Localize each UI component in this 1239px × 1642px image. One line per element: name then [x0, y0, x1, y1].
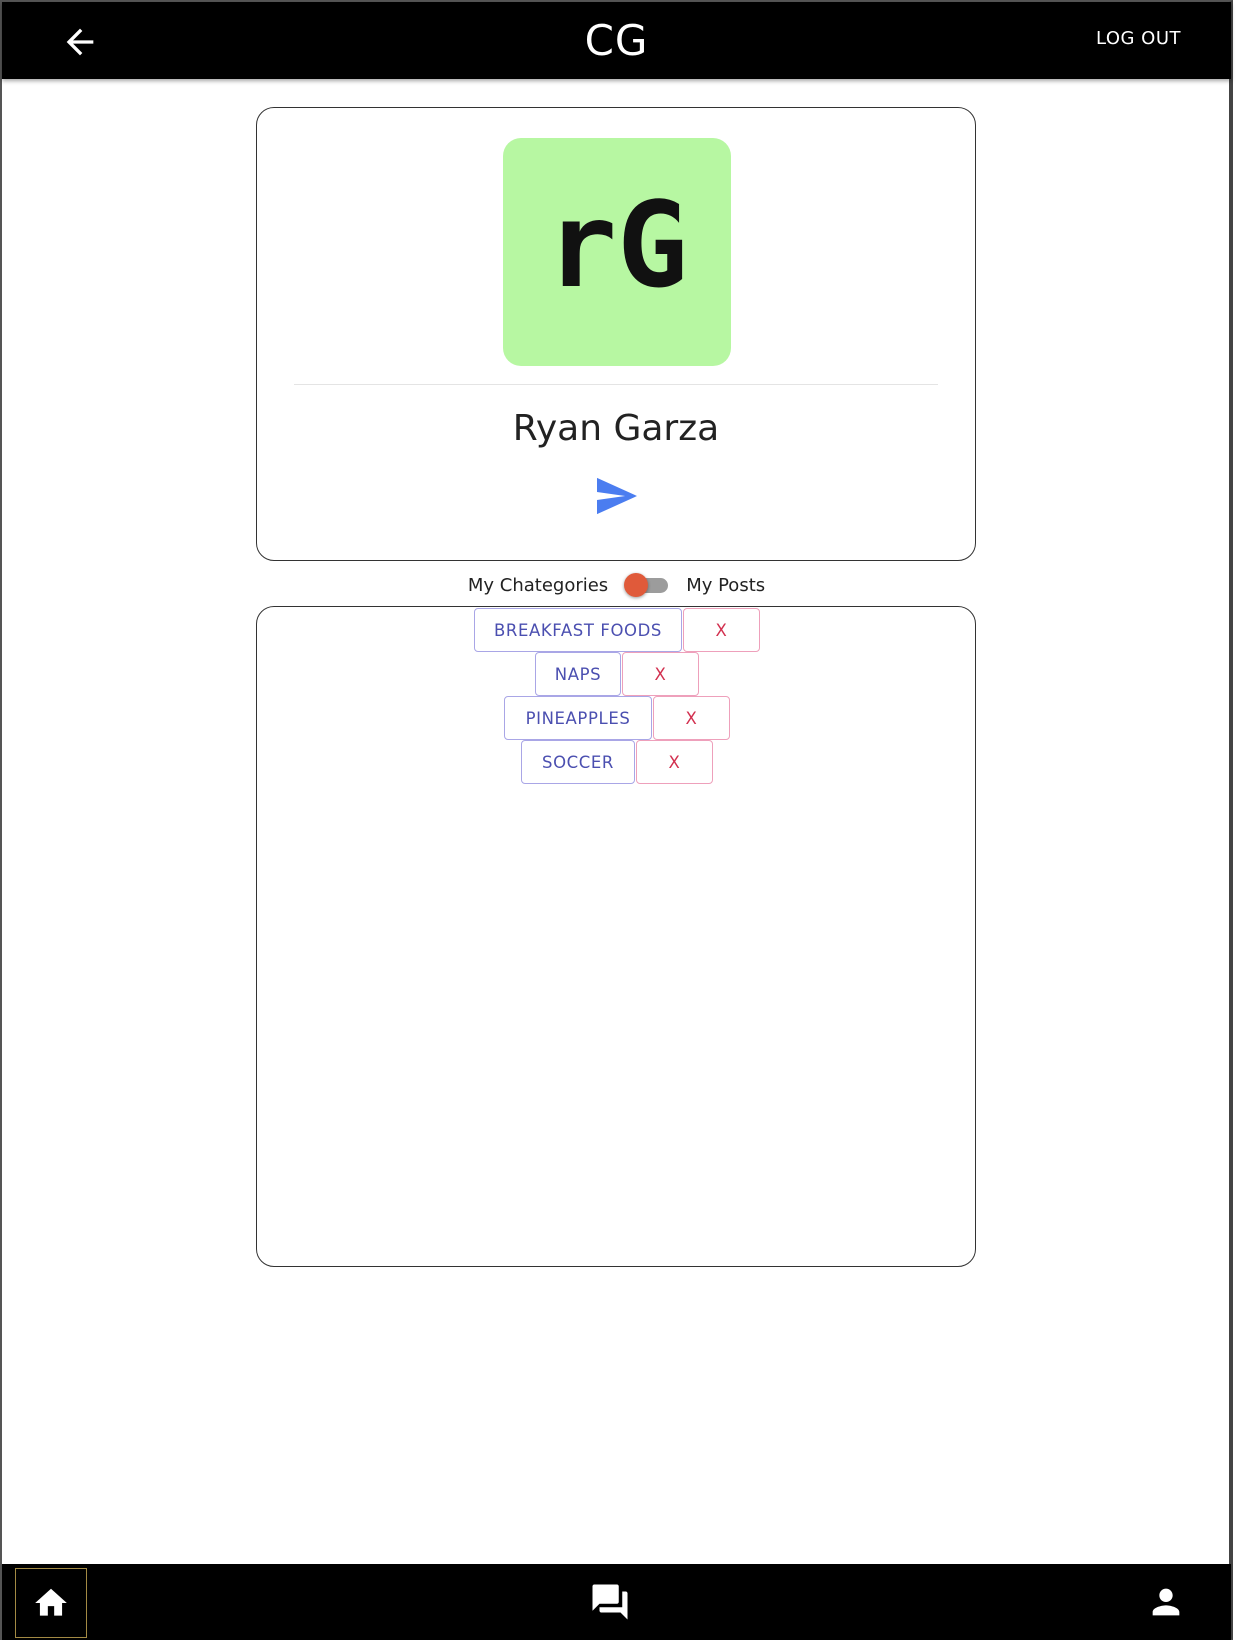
remove-category-button[interactable]: X [683, 608, 760, 652]
switch-thumb [624, 573, 649, 597]
category-row: PINEAPPLES X [504, 696, 730, 740]
my-posts-label: My Posts [686, 574, 766, 596]
category-row: NAPS X [535, 652, 699, 696]
top-app-bar: CG LOG OUT [2, 2, 1231, 79]
profile-name: Ryan Garza [512, 408, 720, 449]
profile-card: rG Ryan Garza [256, 107, 976, 561]
profile-divider [294, 384, 938, 385]
category-row: SOCCER X [521, 740, 713, 784]
view-toggle-row: My Chategories My Posts [0, 570, 1233, 600]
remove-category-button[interactable]: X [622, 652, 699, 696]
home-icon [35, 1588, 67, 1616]
bottom-nav-bar [2, 1564, 1231, 1640]
nav-home-button[interactable] [15, 1568, 87, 1638]
chat-icon [592, 1584, 628, 1620]
nav-chat-button[interactable] [580, 1564, 640, 1640]
send-icon [597, 477, 637, 515]
remove-category-button[interactable]: X [636, 740, 713, 784]
avatar-initials-image: rG [546, 176, 688, 314]
logout-button[interactable]: LOG OUT [1096, 28, 1181, 49]
categories-card: BREAKFAST FOODS X NAPS X PINEAPPLES X SO… [256, 606, 976, 1267]
app-title: CG [584, 16, 649, 65]
remove-category-button[interactable]: X [653, 696, 730, 740]
view-toggle-switch[interactable] [624, 573, 670, 597]
my-categories-label: My Chategories [467, 574, 609, 596]
nav-profile-button[interactable] [1136, 1564, 1196, 1640]
avatar: rG [503, 138, 731, 366]
category-button[interactable]: NAPS [535, 652, 621, 696]
svg-text:rG: rG [546, 176, 688, 314]
category-row: BREAKFAST FOODS X [474, 608, 760, 652]
send-message-button[interactable] [595, 476, 639, 516]
category-button[interactable]: SOCCER [521, 740, 635, 784]
category-button[interactable]: PINEAPPLES [504, 696, 652, 740]
category-button[interactable]: BREAKFAST FOODS [474, 608, 682, 652]
person-icon [1152, 1588, 1180, 1616]
